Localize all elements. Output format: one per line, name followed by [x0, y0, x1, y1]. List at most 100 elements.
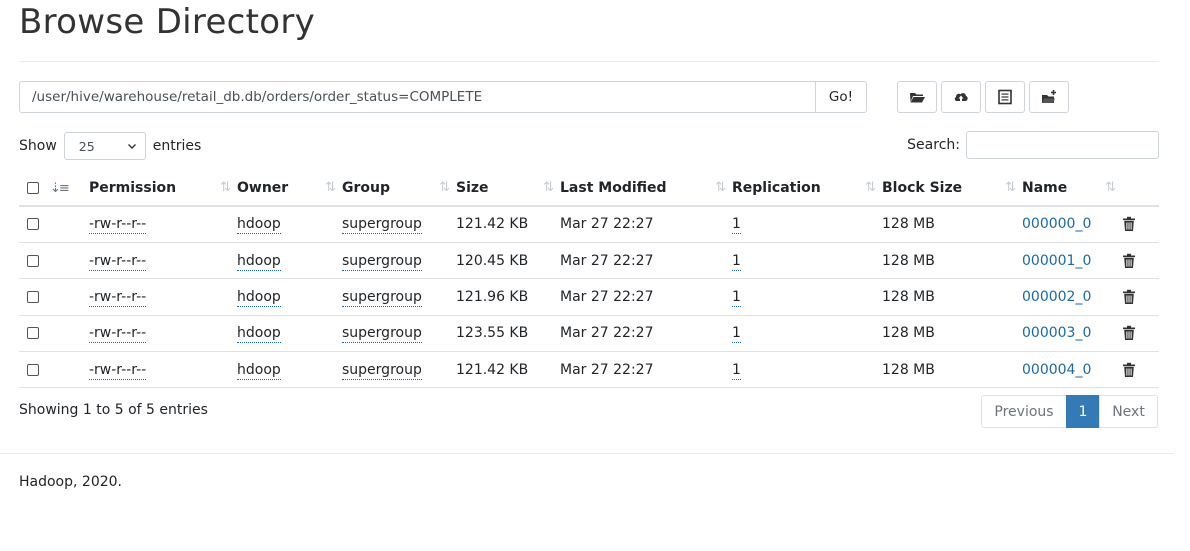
divider: [0, 453, 1174, 454]
replication-value[interactable]: 1: [732, 288, 741, 307]
row-checkbox[interactable]: [27, 290, 39, 303]
table-row: -rw-r--r-- hdoop supergroup 121.42 KB Ma…: [19, 206, 1159, 243]
trash-icon[interactable]: [1122, 362, 1136, 378]
group-value[interactable]: supergroup: [342, 288, 422, 307]
entries-control: Show 25 entries: [19, 131, 201, 161]
search-label: Search:: [907, 137, 960, 153]
create-directory-icon: [1042, 90, 1056, 103]
sort-header-default[interactable]: ⇣≡: [50, 170, 89, 207]
column-header-permission[interactable]: Permission ⇅: [89, 170, 237, 207]
column-header-size[interactable]: Size ⇅: [456, 170, 560, 207]
sort-ascending-icon: ⇣≡: [50, 180, 70, 196]
file-name-link[interactable]: 000004_0: [1022, 362, 1091, 378]
toolbar: [897, 81, 1073, 113]
size-value: 121.42 KB: [456, 351, 560, 389]
trash-icon[interactable]: [1122, 289, 1136, 305]
path-bar: Go!: [19, 81, 867, 113]
upload-button[interactable]: [941, 81, 981, 113]
row-checkbox[interactable]: [27, 327, 39, 340]
column-header-replication[interactable]: Replication ⇅: [732, 170, 882, 207]
row-checkbox[interactable]: [27, 218, 39, 231]
size-value: 121.42 KB: [456, 206, 560, 243]
sort-icon: ⇅: [220, 180, 231, 195]
sort-icon: ⇅: [865, 180, 876, 195]
replication-value[interactable]: 1: [732, 361, 741, 380]
sort-icon: ⇅: [1105, 180, 1116, 195]
column-header-group[interactable]: Group ⇅: [342, 170, 456, 207]
file-name-link[interactable]: 000000_0: [1022, 216, 1091, 232]
owner-value[interactable]: hdoop: [237, 252, 281, 271]
next-page-button[interactable]: Next: [1099, 395, 1158, 428]
last-modified-value: Mar 27 22:27: [560, 278, 732, 316]
go-button[interactable]: Go!: [815, 81, 867, 113]
entries-select[interactable]: 25: [63, 132, 146, 160]
column-header-last-modified[interactable]: Last Modified ⇅: [560, 170, 732, 207]
owner-value[interactable]: hdoop: [237, 288, 281, 307]
last-modified-value: Mar 27 22:27: [560, 242, 732, 280]
block-size-value: 128 MB: [882, 242, 1022, 280]
last-modified-value: Mar 27 22:27: [560, 315, 732, 353]
replication-value[interactable]: 1: [732, 325, 741, 344]
block-size-value: 128 MB: [882, 278, 1022, 316]
list-alt-icon: [998, 89, 1012, 105]
show-label: Show: [19, 138, 57, 154]
last-modified-value: Mar 27 22:27: [560, 351, 732, 389]
sort-icon: ⇅: [715, 180, 726, 195]
footer-text: Hadoop, 2020.: [19, 474, 122, 490]
permission-value[interactable]: -rw-r--r--: [89, 288, 147, 307]
trash-icon[interactable]: [1122, 253, 1136, 269]
owner-value[interactable]: hdoop: [237, 216, 281, 235]
trash-icon[interactable]: [1122, 325, 1136, 341]
table-row: -rw-r--r-- hdoop supergroup 121.42 KB Ma…: [19, 351, 1159, 389]
owner-value[interactable]: hdoop: [237, 325, 281, 344]
page-1-button[interactable]: 1: [1066, 395, 1100, 428]
column-header-block-size[interactable]: Block Size ⇅: [882, 170, 1022, 207]
replication-value[interactable]: 1: [732, 216, 741, 235]
column-header-name[interactable]: Name ⇅: [1022, 170, 1122, 207]
block-size-value: 128 MB: [882, 351, 1022, 389]
row-checkbox[interactable]: [27, 254, 39, 267]
permission-value[interactable]: -rw-r--r--: [89, 216, 147, 235]
replication-value[interactable]: 1: [732, 252, 741, 271]
path-input[interactable]: [19, 81, 815, 113]
group-value[interactable]: supergroup: [342, 325, 422, 344]
sort-icon: ⇅: [325, 180, 336, 195]
page-title: Browse Directory: [19, 2, 316, 42]
entries-label: entries: [152, 138, 202, 154]
sort-icon: ⇅: [543, 180, 554, 195]
cloud-upload-icon: [954, 93, 968, 102]
previous-page-button[interactable]: Previous: [981, 395, 1067, 428]
permission-value[interactable]: -rw-r--r--: [89, 325, 147, 344]
select-all-checkbox[interactable]: [27, 181, 39, 194]
permission-value[interactable]: -rw-r--r--: [89, 361, 147, 380]
group-value[interactable]: supergroup: [342, 216, 422, 235]
table-info: Showing 1 to 5 of 5 entries: [19, 402, 208, 418]
size-value: 123.55 KB: [456, 315, 560, 353]
table-row: -rw-r--r-- hdoop supergroup 121.96 KB Ma…: [19, 278, 1159, 316]
table-row: -rw-r--r-- hdoop supergroup 120.45 KB Ma…: [19, 242, 1159, 280]
size-value: 121.96 KB: [456, 278, 560, 316]
row-checkbox[interactable]: [27, 363, 39, 376]
browse-folder-button[interactable]: [897, 81, 937, 113]
chevron-down-icon: [127, 144, 136, 149]
create-directory-button[interactable]: [1029, 81, 1069, 113]
file-name-link[interactable]: 000001_0: [1022, 253, 1091, 269]
pagination: Previous 1 Next: [981, 395, 1158, 428]
owner-value[interactable]: hdoop: [237, 361, 281, 380]
file-list-button[interactable]: [985, 81, 1025, 113]
group-value[interactable]: supergroup: [342, 361, 422, 380]
folder-open-icon: [910, 93, 925, 103]
last-modified-value: Mar 27 22:27: [560, 206, 732, 243]
header-row: ⇣≡ Permission ⇅ Owner ⇅ Group ⇅ Size ⇅ Last …: [19, 170, 1159, 207]
file-name-link[interactable]: 000002_0: [1022, 289, 1091, 305]
file-name-link[interactable]: 000003_0: [1022, 325, 1091, 341]
trash-icon[interactable]: [1122, 216, 1136, 232]
table-row: -rw-r--r-- hdoop supergroup 123.55 KB Ma…: [19, 315, 1159, 353]
search-input[interactable]: [966, 131, 1159, 159]
group-value[interactable]: supergroup: [342, 252, 422, 271]
column-header-owner[interactable]: Owner ⇅: [237, 170, 342, 207]
directory-table: ⇣≡ Permission ⇅ Owner ⇅ Group ⇅ Size ⇅ Last …: [19, 170, 1159, 389]
search-control: Search:: [907, 131, 1159, 159]
entries-value: 25: [78, 138, 95, 154]
permission-value[interactable]: -rw-r--r--: [89, 252, 147, 271]
